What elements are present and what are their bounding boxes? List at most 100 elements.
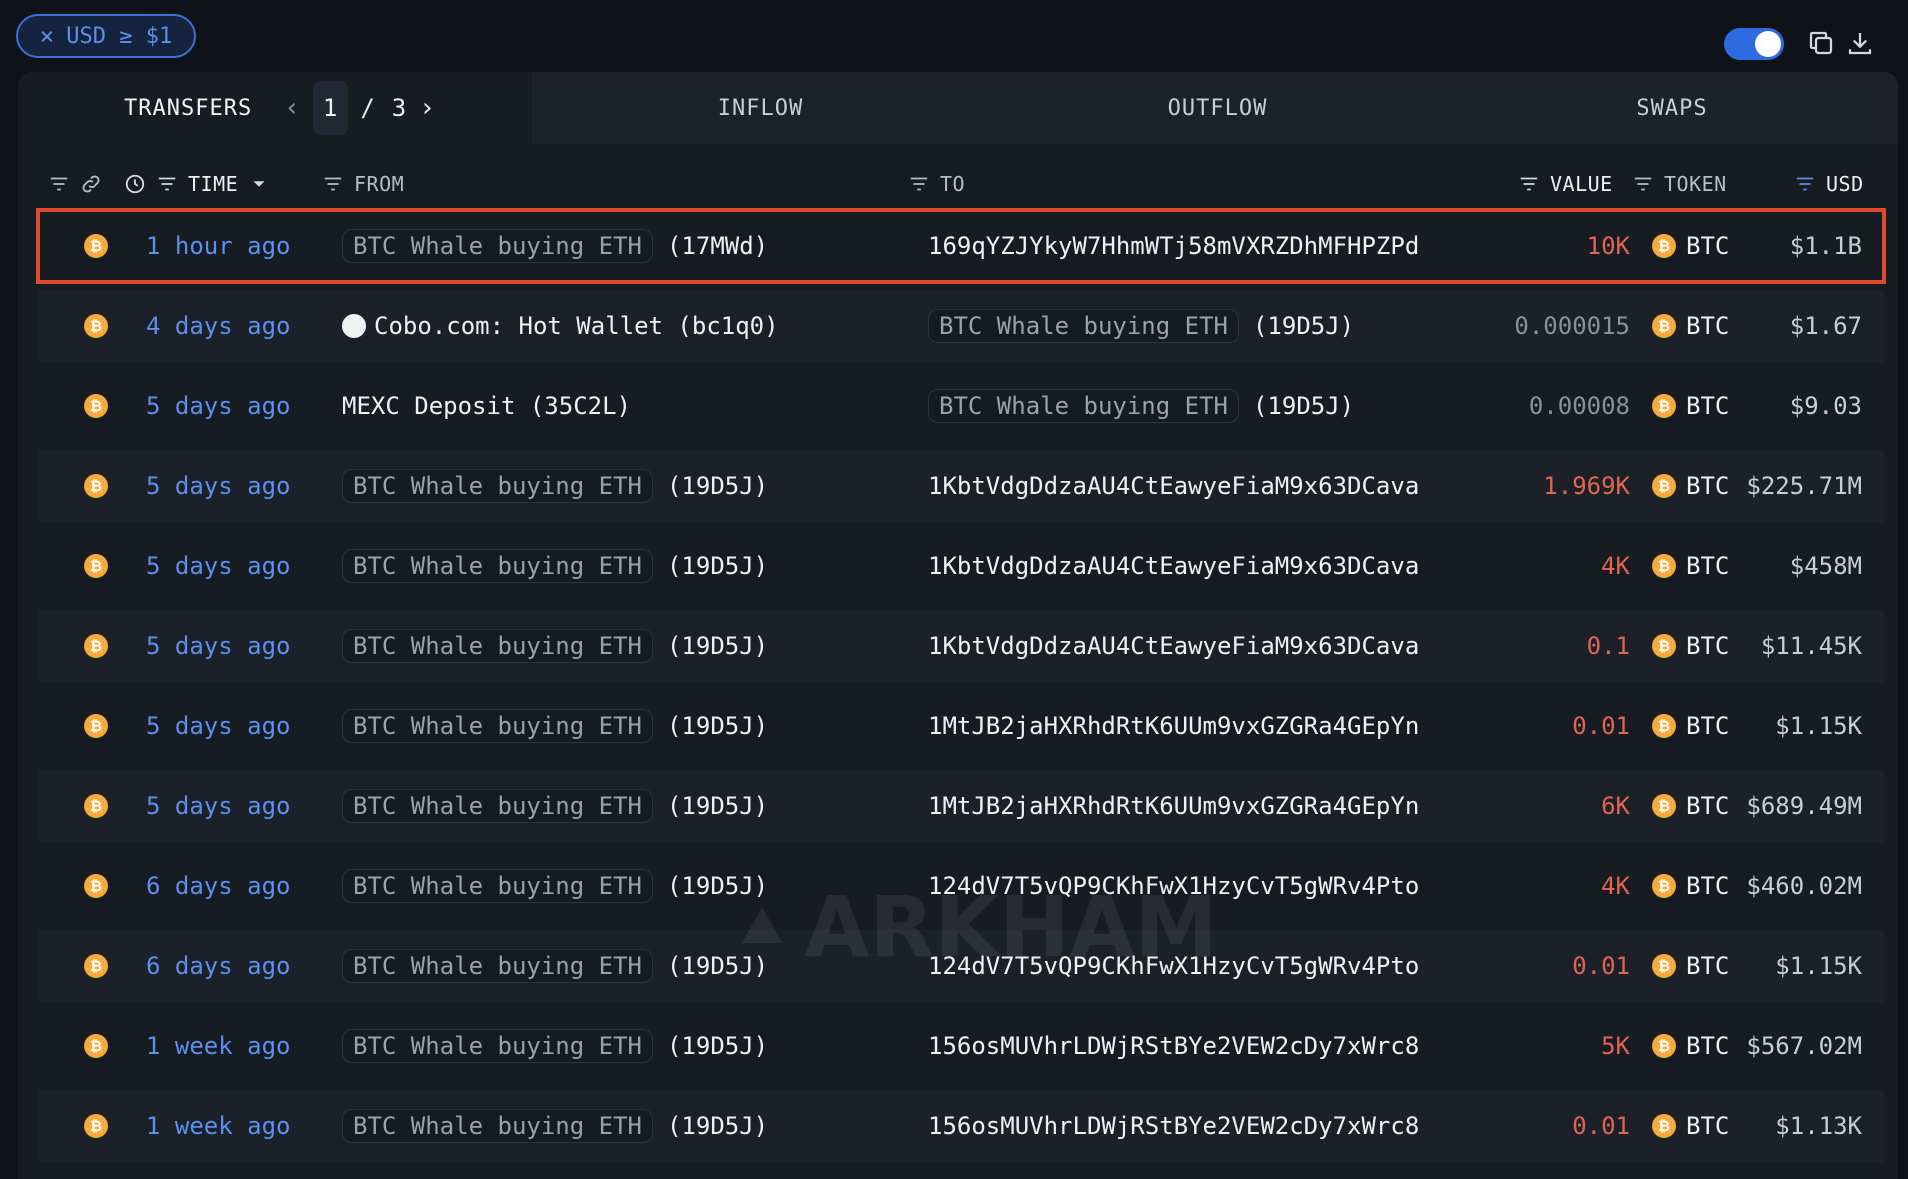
tab-swaps[interactable]: SWAPS bbox=[1446, 72, 1898, 144]
token-header[interactable]: TOKEN bbox=[1632, 154, 1727, 214]
entity-label[interactable]: BTC Whale buying ETH bbox=[342, 629, 653, 663]
from-cell[interactable]: MEXC Deposit (35C2L) bbox=[342, 370, 631, 442]
from-header[interactable]: FROM bbox=[322, 154, 404, 214]
address-suffix: (19D5J) bbox=[666, 792, 769, 820]
to-cell[interactable]: 1KbtVdgDdzaAU4CtEawyeFiaM9x63DCava bbox=[928, 610, 1419, 682]
copy-icon[interactable] bbox=[1806, 28, 1836, 58]
table-row[interactable]: ₿ 5 days ago BTC Whale buying ETH (19D5J) 1M… bbox=[38, 690, 1884, 762]
from-cell[interactable]: BTC Whale buying ETH (19D5J) bbox=[342, 1010, 768, 1082]
filter-icon bbox=[910, 177, 928, 191]
usd-filter-chip[interactable]: × USD ≥ $1 bbox=[16, 14, 196, 58]
view-toggle[interactable] bbox=[1724, 28, 1784, 60]
from-cell[interactable]: BTC Whale buying ETH (19D5J) bbox=[342, 850, 768, 922]
entity-label[interactable]: BTC Whale buying ETH bbox=[342, 709, 653, 743]
from-cell[interactable]: BTC Whale buying ETH (19D5J) bbox=[342, 530, 768, 602]
time-cell[interactable]: 5 days ago bbox=[146, 770, 291, 842]
filter-icon bbox=[324, 177, 342, 191]
from-cell[interactable]: BTC Whale buying ETH (19D5J) bbox=[342, 770, 768, 842]
time-cell[interactable]: 5 days ago bbox=[146, 690, 291, 762]
entity-label[interactable]: BTC Whale buying ETH bbox=[342, 1109, 653, 1143]
time-cell[interactable]: 1 week ago bbox=[146, 1010, 291, 1082]
table-row[interactable]: ₿ 1 week ago BTC Whale buying ETH (19D5J) 15… bbox=[38, 1090, 1884, 1162]
entity-label[interactable]: BTC Whale buying ETH bbox=[928, 309, 1239, 343]
btc-chain-icon: ₿ bbox=[84, 530, 108, 602]
to-cell[interactable]: 1KbtVdgDdzaAU4CtEawyeFiaM9x63DCava bbox=[928, 450, 1419, 522]
table-row[interactable]: ₿ 5 days ago BTC Whale buying ETH (19D5J) 1K… bbox=[38, 530, 1884, 602]
download-icon[interactable] bbox=[1845, 28, 1875, 58]
value-cell: 4K bbox=[1601, 872, 1630, 900]
to-cell[interactable]: 156osMUVhrLDWjRStBYe2VEW2cDy7xWrc8 bbox=[928, 1090, 1419, 1162]
table-row[interactable]: ₿ 1 week ago BTC Whale buying ETH (19D5J) 15… bbox=[38, 1010, 1884, 1082]
usd-cell: $460.02M bbox=[1746, 872, 1862, 900]
time-cell[interactable]: 6 days ago bbox=[146, 930, 291, 1002]
filter-icon[interactable] bbox=[48, 154, 70, 214]
filter-icon bbox=[1634, 177, 1652, 191]
clock-icon bbox=[125, 174, 145, 194]
table-row[interactable]: ₿ 1 hour ago BTC Whale buying ETH (17MWd) 16… bbox=[36, 208, 1886, 284]
usd-cell: $9.03 bbox=[1789, 392, 1862, 420]
tab-inflow[interactable]: INFLOW bbox=[532, 72, 989, 144]
time-cell[interactable]: 1 week ago bbox=[146, 1090, 291, 1162]
table-row[interactable]: ₿ 5 days ago MEXC Deposit (35C2L) BTC Whale… bbox=[38, 370, 1884, 442]
chevron-right-icon[interactable]: › bbox=[407, 93, 448, 123]
time-header-label: TIME bbox=[188, 172, 239, 196]
to-cell[interactable]: 156osMUVhrLDWjRStBYe2VEW2cDy7xWrc8 bbox=[928, 1010, 1419, 1082]
value-cell: 0.000015 bbox=[1514, 312, 1630, 340]
usd-header[interactable]: USD bbox=[1794, 154, 1864, 214]
time-cell[interactable]: 5 days ago bbox=[146, 610, 291, 682]
entity-label[interactable]: BTC Whale buying ETH bbox=[342, 1029, 653, 1063]
entity-name[interactable]: Cobo.com: Hot Wallet (bc1q0) bbox=[374, 312, 779, 340]
close-icon[interactable]: × bbox=[40, 24, 54, 48]
to-header[interactable]: TO bbox=[908, 154, 965, 214]
to-cell[interactable]: 1KbtVdgDdzaAU4CtEawyeFiaM9x63DCava bbox=[928, 530, 1419, 602]
entity-label[interactable]: BTC Whale buying ETH bbox=[342, 789, 653, 823]
watermark-text: ARKHAM bbox=[804, 878, 1218, 976]
entity-name[interactable]: MEXC Deposit (35C2L) bbox=[342, 392, 631, 420]
from-cell[interactable]: BTC Whale buying ETH (19D5J) bbox=[342, 450, 768, 522]
entity-label[interactable]: BTC Whale buying ETH bbox=[342, 549, 653, 583]
time-cell[interactable]: 4 days ago bbox=[146, 290, 291, 362]
table-row[interactable]: ₿ 5 days ago BTC Whale buying ETH (19D5J) 1K… bbox=[38, 610, 1884, 682]
page-current[interactable]: 1 bbox=[312, 81, 349, 135]
from-cell[interactable]: BTC Whale buying ETH (19D5J) bbox=[342, 610, 768, 682]
cobo-logo-icon bbox=[342, 314, 366, 338]
address-suffix: (17MWd) bbox=[666, 232, 769, 260]
value-cell: 10K bbox=[1586, 232, 1630, 260]
tab-outflow[interactable]: OUTFLOW bbox=[989, 72, 1446, 144]
table-row[interactable]: ₿ 5 days ago BTC Whale buying ETH (19D5J) 1M… bbox=[38, 770, 1884, 842]
btc-token-icon: ₿ bbox=[1652, 794, 1676, 818]
table-row[interactable]: ₿ 4 days ago Cobo.com: Hot Wallet (bc1q0) B… bbox=[38, 290, 1884, 362]
from-cell[interactable]: BTC Whale buying ETH (19D5J) bbox=[342, 1090, 768, 1162]
entity-label[interactable]: BTC Whale buying ETH bbox=[342, 469, 653, 503]
btc-token-icon: ₿ bbox=[1652, 634, 1676, 658]
value-header[interactable]: VALUE bbox=[1518, 154, 1613, 214]
to-cell[interactable]: 1MtJB2jaHXRhdRtK6UUm9vxGZGRa4GEpYn bbox=[928, 770, 1419, 842]
table-header: TIME FROM TO VALUE TOKEN USD bbox=[18, 154, 1898, 214]
to-cell[interactable]: 169qYZJYkyW7HhmWTj58mVXRZDhMFHPZPd bbox=[928, 210, 1419, 282]
btc-token-icon: ₿ bbox=[1652, 394, 1676, 418]
time-cell[interactable]: 5 days ago bbox=[146, 530, 291, 602]
entity-label[interactable]: BTC Whale buying ETH bbox=[928, 389, 1239, 423]
to-cell[interactable]: BTC Whale buying ETH (19D5J) bbox=[928, 370, 1354, 442]
tab-transfers[interactable]: TRANSFERS ‹ 1 / 3 › bbox=[18, 72, 532, 144]
entity-label[interactable]: BTC Whale buying ETH bbox=[342, 229, 653, 263]
table-row[interactable]: ₿ 5 days ago BTC Whale buying ETH (19D5J) 1K… bbox=[38, 450, 1884, 522]
time-cell[interactable]: 1 hour ago bbox=[146, 210, 291, 282]
entity-label[interactable]: BTC Whale buying ETH bbox=[342, 949, 653, 983]
transfers-panel: TRANSFERS ‹ 1 / 3 › INFLOW OUTFLOW SWAPS… bbox=[18, 72, 1898, 1179]
link-icon[interactable] bbox=[80, 154, 102, 214]
chevron-left-icon[interactable]: ‹ bbox=[272, 93, 313, 123]
to-cell[interactable]: BTC Whale buying ETH (19D5J) bbox=[928, 290, 1354, 362]
time-cell[interactable]: 6 days ago bbox=[146, 850, 291, 922]
time-cell[interactable]: 5 days ago bbox=[146, 450, 291, 522]
btc-chain-icon: ₿ bbox=[84, 210, 108, 282]
time-header[interactable]: TIME bbox=[124, 154, 270, 214]
from-cell[interactable]: BTC Whale buying ETH (17MWd) bbox=[342, 210, 768, 282]
usd-cell: $1.1B bbox=[1789, 232, 1862, 260]
from-cell[interactable]: Cobo.com: Hot Wallet (bc1q0) bbox=[342, 290, 779, 362]
from-cell[interactable]: BTC Whale buying ETH (19D5J) bbox=[342, 690, 768, 762]
to-cell[interactable]: 1MtJB2jaHXRhdRtK6UUm9vxGZGRa4GEpYn bbox=[928, 690, 1419, 762]
time-cell[interactable]: 5 days ago bbox=[146, 370, 291, 442]
from-cell[interactable]: BTC Whale buying ETH (19D5J) bbox=[342, 930, 768, 1002]
entity-label[interactable]: BTC Whale buying ETH bbox=[342, 869, 653, 903]
